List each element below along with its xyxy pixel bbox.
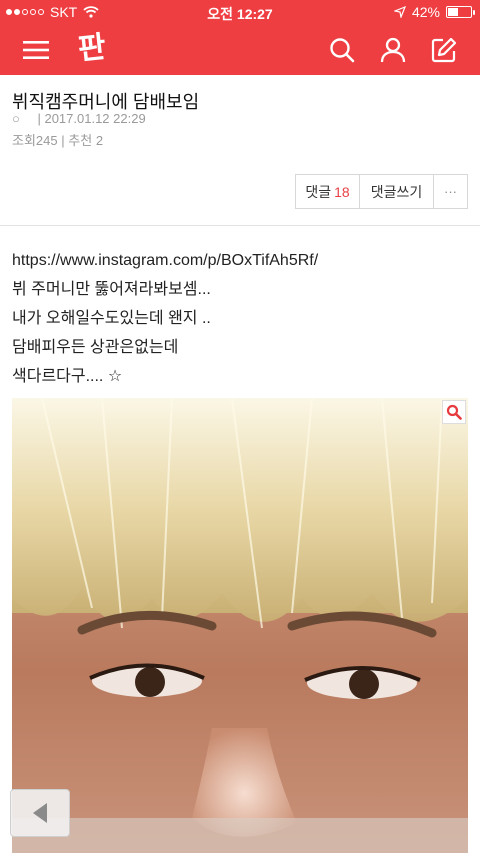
status-bar: SKT 오전 12:27 42%: [0, 0, 480, 24]
hamburger-menu-icon: [23, 40, 49, 59]
comments-count: 18: [334, 183, 350, 200]
comments-button[interactable]: 댓글 18: [296, 175, 360, 208]
selfie-photo: [12, 398, 468, 853]
post-body: https://www.instagram.com/p/BOxTifAh5Rf/…: [12, 246, 468, 391]
post-meta-author-date: ○ | 2017.01.12 22:29: [12, 111, 146, 126]
user-icon: [380, 37, 406, 62]
body-line: 내가 오해일수도있는데 왠지 ..: [12, 310, 211, 327]
more-options-button[interactable]: ···: [434, 175, 467, 208]
post-stats: 조회245 | 추천 2: [12, 130, 103, 149]
back-arrow-icon: [33, 803, 47, 823]
search-icon: [330, 37, 355, 62]
post-date: | 2017.01.12 22:29: [37, 111, 146, 126]
back-button[interactable]: [10, 789, 70, 837]
location-arrow-icon: [393, 6, 406, 18]
comments-label: 댓글: [305, 183, 332, 200]
pann-logo[interactable]: 판: [70, 28, 114, 70]
body-line: 뷔 주머니만 뚫어져라봐보셈...: [12, 281, 211, 298]
profile-button[interactable]: [371, 24, 415, 75]
battery-percent: 42%: [411, 4, 440, 20]
author-name[interactable]: ○: [12, 111, 20, 126]
recommend-label: 추천: [68, 133, 93, 148]
content-divider: [0, 225, 480, 226]
menu-button[interactable]: [14, 24, 58, 75]
views-label: 조회: [12, 133, 36, 148]
write-comment-button[interactable]: 댓글쓰기: [360, 175, 434, 208]
recommend-count: 2: [95, 133, 104, 148]
post-photo[interactable]: [12, 398, 468, 853]
top-navbar: 판: [0, 24, 480, 75]
edit-pencil-icon: [431, 37, 457, 62]
post-actions: 댓글 18 댓글쓰기 ···: [295, 174, 468, 209]
body-line: 담배피우든 상관은없는데: [12, 339, 179, 356]
body-line: 색다르다구.... ☆: [12, 368, 123, 385]
search-button[interactable]: [320, 24, 364, 75]
write-post-button[interactable]: [422, 24, 466, 75]
post-link[interactable]: https://www.instagram.com/p/BOxTifAh5Rf/: [12, 246, 468, 275]
zoom-button[interactable]: [442, 400, 466, 424]
magnifier-icon: [446, 404, 462, 420]
battery-icon: [446, 6, 475, 18]
views-count: 245: [35, 133, 58, 148]
status-right: 42%: [393, 4, 475, 20]
stats-separator: |: [61, 133, 65, 148]
